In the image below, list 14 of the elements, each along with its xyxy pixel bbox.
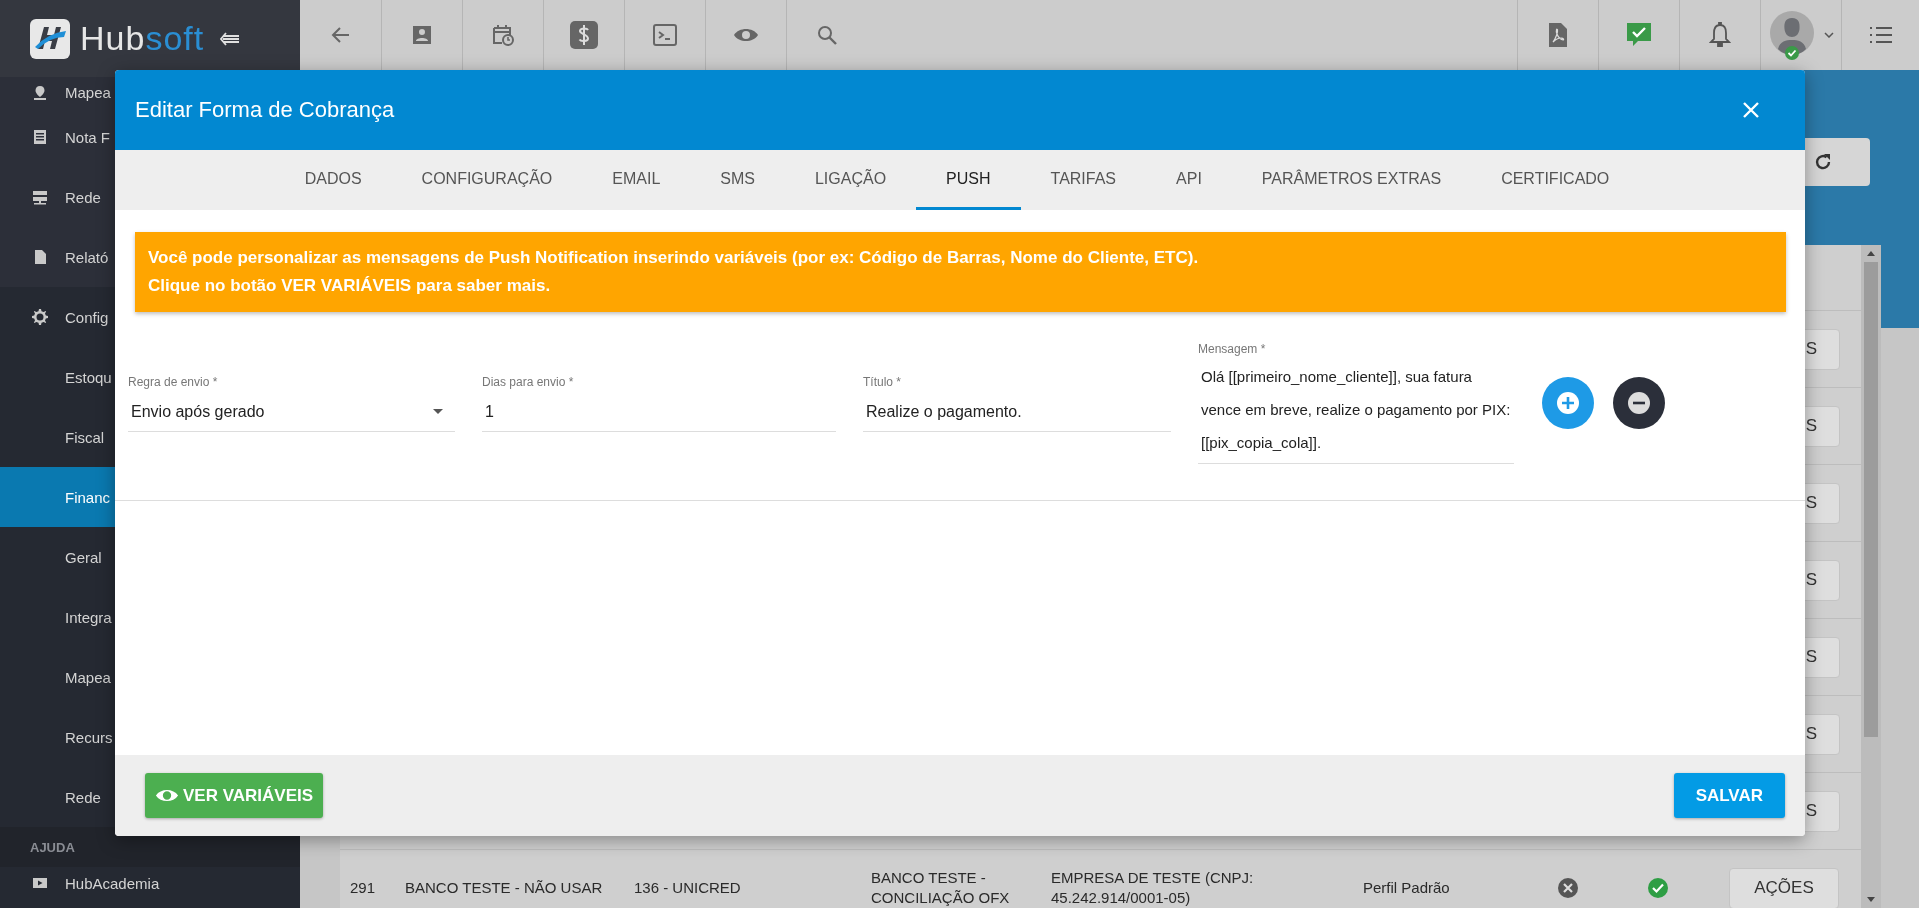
banner-text: Clique no botão VER VARIÁVEIS para saber mais.	[148, 275, 552, 297]
dialog-title: Editar Forma de Cobrança	[135, 97, 395, 123]
brand-logo: Hubsoft	[80, 19, 205, 58]
table-cell-text: 136 - UNICRED	[634, 877, 742, 898]
table-cell-text: EMPRESA DE TESTE (CNPJ: 45.242.914/0001-05)	[1051, 867, 1255, 908]
table-cell-text: Perfil Padrão	[1363, 877, 1451, 898]
table-cell-text: BANCO TESTE - CONCILIAÇÃO OFX	[871, 867, 1011, 908]
field-label: Regra de envio *	[128, 374, 219, 389]
field-label: Título *	[863, 374, 902, 389]
field-label: Dias para envio *	[482, 374, 575, 389]
table-cell-text: BANCO TESTE - NÃO USAR	[405, 877, 604, 898]
banner-text: Você pode personalizar as mensagens de Push Notification inserindo variáveis (por ex: Código de Barras, Nome do Cliente, ETC).	[148, 247, 1200, 269]
table-cell-text: 291	[350, 877, 377, 898]
field-label: Mensagem *	[1198, 342, 1267, 356]
